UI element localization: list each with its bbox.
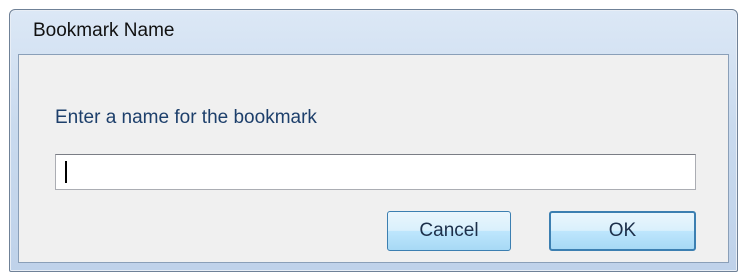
text-caret [65, 161, 67, 183]
cancel-button[interactable]: Cancel [387, 211, 511, 251]
title-bar[interactable]: Bookmark Name [10, 10, 737, 54]
bookmark-name-input[interactable] [55, 154, 696, 190]
prompt-label: Enter a name for the bookmark [55, 107, 317, 128]
dialog-title: Bookmark Name [33, 20, 175, 41]
bookmark-name-dialog: Bookmark Name Enter a name for the bookm… [9, 9, 738, 272]
dialog-body: Enter a name for the bookmark Cancel OK [18, 54, 729, 263]
ok-button[interactable]: OK [549, 211, 696, 251]
